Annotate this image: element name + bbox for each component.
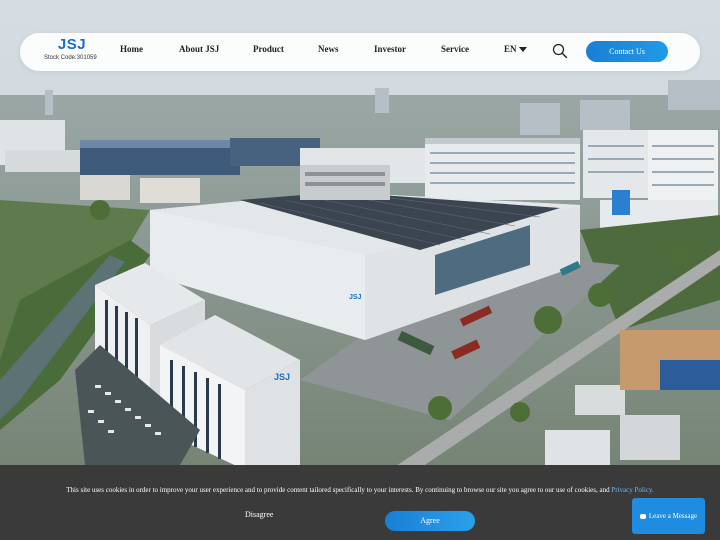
nav-item-service[interactable]: Service (441, 44, 469, 54)
hero-image (0, 0, 720, 540)
building-sign: JSJ (349, 294, 362, 301)
nav-item-news[interactable]: News (318, 44, 339, 54)
top-navbar: JSJ Stock Code:301059 Home About JSJ Pro… (20, 33, 700, 71)
nav-item-product[interactable]: Product (253, 44, 284, 54)
agree-button[interactable]: Agree (385, 511, 475, 531)
cookie-banner: This site uses cookies in order to impro… (0, 465, 720, 540)
logo[interactable]: JSJ Stock Code:301059 (44, 36, 97, 63)
leave-message-label: Leave a Message (648, 512, 698, 520)
privacy-policy-link[interactable]: Privacy Policy. (611, 486, 653, 494)
search-icon[interactable] (552, 43, 568, 59)
tower-sign: JSJ (274, 372, 291, 382)
nav-item-about[interactable]: About JSJ (179, 44, 219, 54)
contact-us-button[interactable]: Contact Us (586, 41, 668, 62)
logo-mark: JSJ (57, 36, 87, 53)
cookie-message-text: This site uses cookies in order to impro… (66, 486, 612, 494)
language-selector[interactable]: EN (504, 44, 527, 54)
chat-bubble-icon (639, 513, 646, 519)
language-label: EN (504, 44, 517, 54)
nav-item-home[interactable]: Home (120, 44, 143, 54)
stock-code: Stock Code:301059 (44, 55, 97, 61)
leave-message-button[interactable]: Leave a Message (632, 498, 705, 534)
caret-down-icon (518, 47, 527, 53)
cookie-message: This site uses cookies in order to impro… (0, 486, 720, 494)
disagree-button[interactable]: Disagree (245, 510, 273, 519)
nav-item-investor[interactable]: Investor (374, 44, 406, 54)
